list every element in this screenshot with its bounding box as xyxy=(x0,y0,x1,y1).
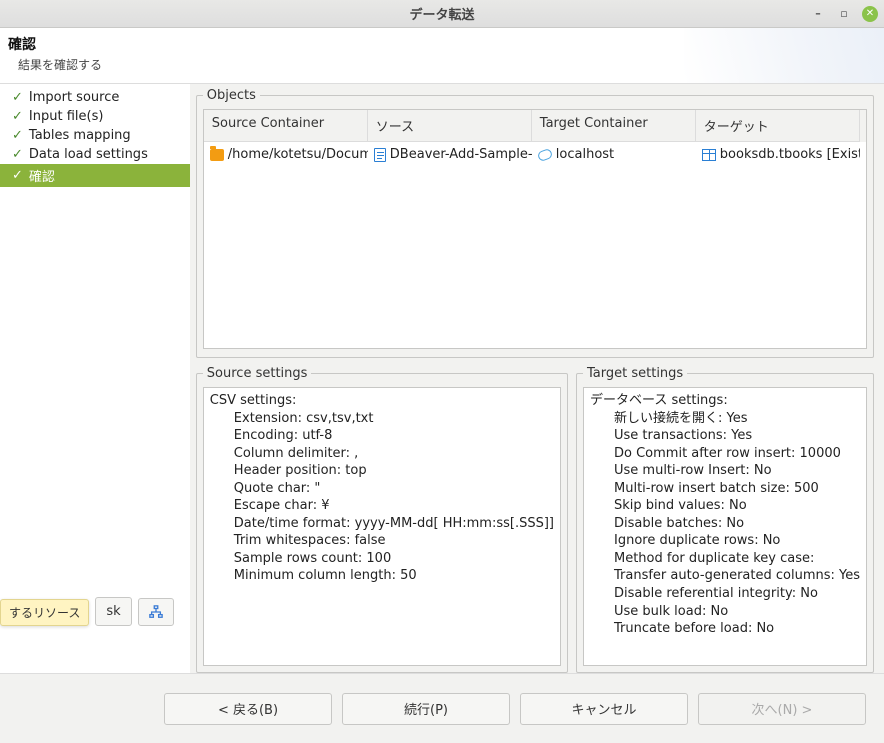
col-target[interactable]: ターゲット xyxy=(696,110,860,142)
source-settings-box[interactable]: CSV settings: Extension: csv,tsv,txt Enc… xyxy=(203,387,561,666)
source-settings-group: Source settings CSV settings: Extension:… xyxy=(196,366,568,673)
cell-target-container: localhost xyxy=(532,142,696,167)
target-settings-group: Target settings データベース settings: 新しい接続を開… xyxy=(576,366,874,673)
sk-button[interactable]: sk xyxy=(95,597,131,626)
next-button: 次へ(N) > xyxy=(698,693,866,725)
target-settings-title: データベース settings: xyxy=(590,392,860,410)
check-icon: ✓ xyxy=(12,109,23,124)
page-subtitle: 結果を確認する xyxy=(8,56,872,73)
page-title: 確認 xyxy=(8,34,872,54)
col-target-container[interactable]: Target Container xyxy=(532,110,696,142)
check-icon: ✓ xyxy=(12,168,23,183)
cancel-button[interactable]: キャンセル xyxy=(520,693,688,725)
sitemap-icon xyxy=(149,605,163,619)
check-icon: ✓ xyxy=(12,90,23,105)
continue-button[interactable]: 続行(P) xyxy=(342,693,510,725)
col-source-container[interactable]: Source Container xyxy=(204,110,368,142)
step-tables-mapping[interactable]: ✓ Tables mapping xyxy=(0,126,190,145)
wizard-steps-sidebar: ✓ Import source ✓ Input file(s) ✓ Tables… xyxy=(0,84,190,679)
maximize-button[interactable]: ▫ xyxy=(836,6,852,22)
target-settings-box[interactable]: データベース settings: 新しい接続を開く: Yes Use trans… xyxy=(583,387,867,666)
connection-icon xyxy=(538,150,552,160)
cell-source-container: /home/kotetsu/Docum xyxy=(204,142,368,167)
objects-group: Objects Source Container ソース Target Cont… xyxy=(196,88,874,358)
check-icon: ✓ xyxy=(12,147,23,162)
sitemap-button[interactable] xyxy=(138,598,174,626)
source-settings-legend: Source settings xyxy=(203,366,312,381)
table-icon xyxy=(702,149,716,161)
step-input-files[interactable]: ✓ Input file(s) xyxy=(0,107,190,126)
document-icon xyxy=(374,148,386,162)
cell-target: booksdb.tbooks [Existin xyxy=(696,142,860,167)
minimize-button[interactable]: – xyxy=(810,6,826,22)
col-source[interactable]: ソース xyxy=(368,110,532,142)
source-settings-title: CSV settings: xyxy=(210,392,554,410)
window-title: データ転送 xyxy=(409,4,474,23)
resource-tooltip: するリソース xyxy=(0,599,89,626)
step-label: Input file(s) xyxy=(29,109,104,124)
step-import-source[interactable]: ✓ Import source xyxy=(0,88,190,107)
objects-legend: Objects xyxy=(203,88,260,103)
objects-table[interactable]: Source Container ソース Target Container ター… xyxy=(203,109,867,349)
close-button[interactable]: ✕ xyxy=(862,6,878,22)
wizard-header: 確認 結果を確認する xyxy=(0,28,884,84)
folder-icon xyxy=(210,149,224,161)
step-label: 確認 xyxy=(29,166,55,185)
back-button[interactable]: < 戻る(B) xyxy=(164,693,332,725)
table-row[interactable]: /home/kotetsu/Docum DBeaver-Add-Sample- … xyxy=(204,142,866,167)
step-label: Tables mapping xyxy=(29,128,131,143)
cell-source: DBeaver-Add-Sample- xyxy=(368,142,532,167)
step-data-load-settings[interactable]: ✓ Data load settings xyxy=(0,145,190,164)
step-label: Data load settings xyxy=(29,147,148,162)
check-icon: ✓ xyxy=(12,128,23,143)
target-settings-legend: Target settings xyxy=(583,366,687,381)
wizard-footer: < 戻る(B) 続行(P) キャンセル 次へ(N) > xyxy=(0,673,884,743)
titlebar: データ転送 – ▫ ✕ xyxy=(0,0,884,28)
step-confirm[interactable]: ✓ 確認 xyxy=(0,164,190,187)
objects-table-header: Source Container ソース Target Container ター… xyxy=(204,110,866,142)
step-label: Import source xyxy=(29,90,119,105)
